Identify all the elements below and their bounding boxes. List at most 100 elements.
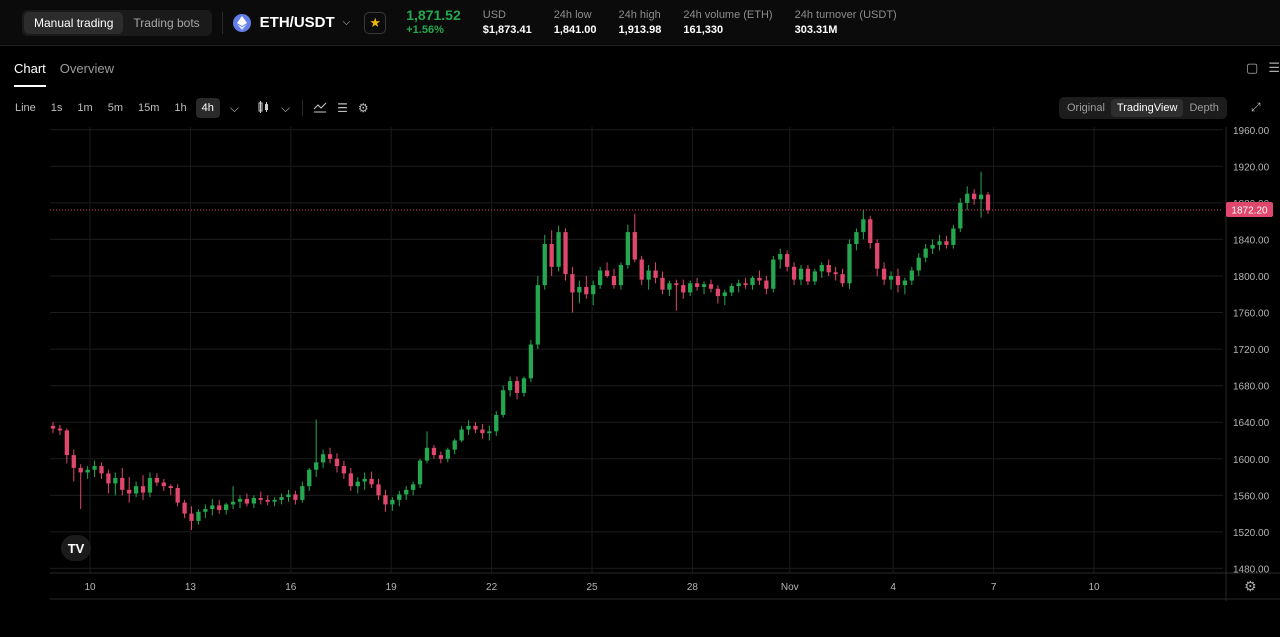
candle-body [334,458,340,467]
candle-body [320,454,326,463]
chevron-down-icon: ⌵ [342,17,351,28]
timeframe-4h[interactable]: 4h [195,98,220,118]
candle-body [210,505,215,510]
candle-body [771,259,776,289]
candle-body [701,284,707,287]
price-chart[interactable]: 1960.001920.001880.001840.001800.001760.… [0,127,1280,601]
stat-value: $1,873.41 [482,23,532,36]
candle-body [618,265,624,286]
chevron-down-icon[interactable]: ⌵ [230,101,239,116]
tradingview-logo: TV [61,535,91,561]
candle-body [528,344,534,379]
candle-body [819,265,824,272]
y-tick-label: 1600.00 [1233,455,1270,466]
stat-label: 24h high [618,8,661,21]
candle-body [847,243,852,284]
menu-icon[interactable]: ☰ [1268,60,1280,76]
view-original[interactable]: Original [1061,99,1111,117]
gear-icon[interactable]: ⚙ [1244,578,1257,595]
candle-body [224,504,229,510]
candle-body [591,285,596,295]
x-tick-label: 7 [991,582,997,593]
candle-body [688,283,693,293]
candle-body [494,414,499,432]
stat-usd: USD $1,873.41 [483,8,532,38]
timeframe-1s[interactable]: 1s [45,98,69,118]
gear-icon[interactable]: ⚙ [358,101,369,115]
timeframe-1m[interactable]: 1m [71,98,98,118]
y-tick-label: 1680.00 [1233,382,1270,393]
candle-body [217,505,222,510]
candle-body [154,477,160,483]
candle-body [785,254,790,267]
candle-body [127,489,132,494]
y-tick-label: 1640.00 [1233,418,1270,429]
candle-body [805,268,811,282]
candle-body [556,232,561,267]
candle-body [895,275,901,286]
candle-body [64,430,69,456]
layout-icon[interactable]: ☰ [337,101,348,115]
candle-body [535,285,540,345]
chevron-down-icon[interactable]: ⌵ [281,101,290,116]
candle-body [812,271,817,282]
timeframe-5m[interactable]: 5m [102,98,129,118]
candle-body [598,270,603,286]
candle-body [355,481,360,487]
price-change: +1.56% [406,23,444,36]
indicator-icon[interactable] [313,101,327,116]
timeframe-1h[interactable]: 1h [168,98,192,118]
window-icon[interactable]: ▢ [1246,60,1258,76]
star-icon[interactable]: ★ [364,11,387,34]
candle-body [604,270,610,276]
candle-body [140,486,146,493]
candle-body [362,478,367,482]
pair-selector[interactable]: ETH/USDT ⌵ [232,13,351,32]
candle-body [978,194,984,200]
candles-icon[interactable] [257,100,271,117]
stat-24h-turnover: 24h turnover (USDT) 303.31M [795,8,897,38]
candle-body [286,494,291,498]
view-tradingview[interactable]: TradingView [1110,99,1184,117]
stat-24h-high: 24h high 1,913.98 [619,8,662,38]
timeframe-15m[interactable]: 15m [132,98,165,118]
candle-body [417,460,423,485]
candle-body [965,193,970,203]
x-tick-label: 4 [890,582,896,593]
y-tick-label: 1760.00 [1233,309,1270,320]
candle-body [445,449,450,459]
timeframe-line[interactable]: Line [9,98,42,118]
candle-body [881,268,887,280]
expand-icon[interactable]: ⤢ [1251,100,1261,115]
tab-chart[interactable]: Chart [14,61,46,87]
x-tick-label: 28 [687,582,699,593]
y-tick-label: 1920.00 [1233,162,1270,173]
chart-tabs: Chart Overview ▢ ☰ [0,47,1280,87]
candle-body [487,431,492,434]
candle-body [133,486,139,494]
candle-body [937,241,942,245]
candle-body [376,484,381,496]
candle-body [383,495,388,505]
candle-body [237,498,243,502]
candle-body [314,462,319,470]
candle-body [764,280,769,289]
market-header: Manual trading Trading bots ETH/USDT ⌵ ★… [0,0,1280,46]
chart-toolbar: Line 1s 1m 5m 15m 1h 4h ⌵ ⌵ ☰ ⚙ Original… [0,95,1280,121]
stat-value: 161,330 [683,23,724,36]
candle-body [826,265,831,273]
candle-body [958,202,963,229]
view-depth[interactable]: Depth [1183,99,1224,117]
candle-body [577,286,582,293]
candle-body [424,447,430,461]
y-tick-label: 1840.00 [1233,235,1270,246]
manual-trading-tab[interactable]: Manual trading [24,11,124,34]
candle-body [113,477,118,484]
tab-overview[interactable]: Overview [60,61,114,87]
candle-body [341,466,347,474]
trading-bots-tab[interactable]: Trading bots [123,12,209,34]
candle-body [293,494,298,500]
price-axis: 1960.001920.001880.001840.001800.001760.… [1225,127,1270,601]
candle-body [71,455,76,468]
candle-body [57,428,63,431]
